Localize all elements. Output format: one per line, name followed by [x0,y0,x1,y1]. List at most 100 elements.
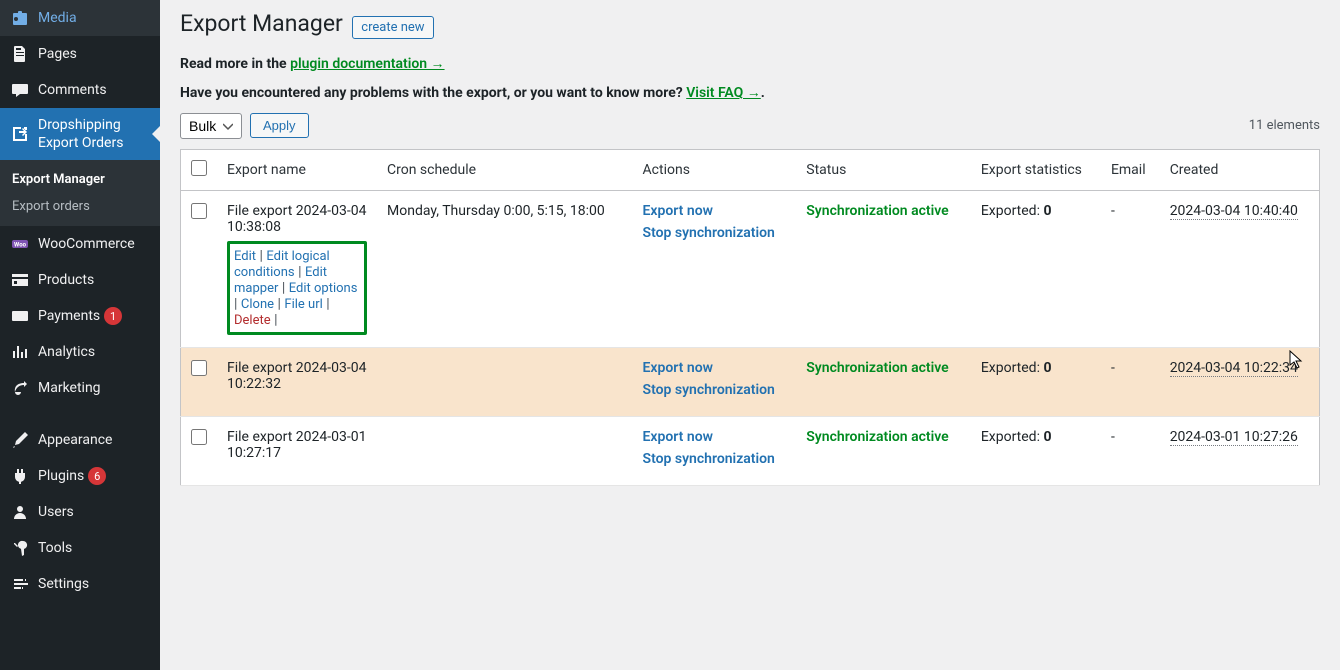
plugins-icon [10,466,30,486]
sidebar-item-label: Tools [38,539,72,557]
intro-prefix-1: Read more in the [180,56,290,72]
export-now-link[interactable]: Export now [643,203,787,219]
sidebar-item-comments[interactable]: Comments [0,72,160,108]
table-toolbar: Bulk Apply 11 elements [180,113,1320,139]
status-badge: Synchronization active [806,360,948,376]
comments-icon [10,80,30,100]
cron-cell [377,416,633,485]
sidebar-item-label: Users [38,503,74,521]
appearance-icon [10,430,30,450]
clone-link[interactable]: Clone [241,297,274,312]
sidebar-item-label: Appearance [38,431,112,449]
email-cell: - [1101,190,1160,347]
svg-text:Woo: Woo [14,242,27,249]
media-icon [10,8,30,28]
sidebar-item-pages[interactable]: Pages [0,36,160,72]
products-icon [10,270,30,290]
bulk-action-select[interactable]: Bulk [180,113,242,139]
stats-cell: Exported: 0 [971,416,1101,485]
export-now-link[interactable]: Export now [643,360,787,376]
visit-faq-link[interactable]: Visit FAQ → [686,85,761,101]
cron-cell [377,347,633,416]
export-now-link[interactable]: Export now [643,429,787,445]
sidebar-item-label: Marketing [38,379,101,397]
sidebar-item-tools[interactable]: Tools [0,530,160,566]
status-badge: Synchronization active [806,429,948,445]
sidebar-item-media[interactable]: Media [0,0,160,36]
sidebar-item-export[interactable]: Dropshipping Export Orders [0,108,160,160]
stats-cell: Exported: 0 [971,190,1101,347]
sidebar-item-settings[interactable]: Settings [0,566,160,602]
export-icon [10,124,30,144]
sidebar-item-label: Pages [38,45,77,63]
sidebar-item-payments[interactable]: Payments1 [0,298,160,334]
sidebar-item-label: Products [38,271,94,289]
apply-button[interactable]: Apply [250,113,309,138]
sidebar-item-label: WooCommerce [38,235,135,253]
sidebar-item-label: Payments [38,307,100,325]
plugin-documentation-link[interactable]: plugin documentation → [290,56,444,72]
users-icon [10,502,30,522]
table-row: File export 2024-03-01 10:27:17 Export n… [181,416,1320,485]
row-checkbox[interactable] [191,429,207,445]
stats-cell: Exported: 0 [971,347,1101,416]
edit-options-link[interactable]: Edit options [289,281,358,296]
sidebar-item-appearance[interactable]: Appearance [0,422,160,458]
sidebar-item-label: Comments [38,81,107,99]
file-url-link[interactable]: File url [284,297,322,312]
element-count: 11 elements [1249,118,1320,133]
intro-text-2: Have you encountered any problems with t… [180,84,1320,101]
export-name: File export 2024-03-01 10:27:17 [227,429,366,461]
sidebar-item-marketing[interactable]: Marketing [0,370,160,406]
sidebar-item-label: Settings [38,575,89,593]
export-table: Export name Cron schedule Actions Status… [180,149,1320,486]
stop-sync-link[interactable]: Stop synchronization [643,382,787,398]
marketing-icon [10,378,30,398]
email-cell: - [1101,416,1160,485]
col-header-email[interactable]: Email [1101,149,1160,190]
sidebar-item-label: Plugins [38,467,84,485]
col-header-actions[interactable]: Actions [633,149,797,190]
col-header-name[interactable]: Export name [217,149,377,190]
sidebar-item-analytics[interactable]: Analytics [0,334,160,370]
submenu-item[interactable]: Export Manager [0,166,160,193]
pages-icon [10,44,30,64]
sidebar-item-woo[interactable]: Woo WooCommerce [0,226,160,262]
created-timestamp: 2024-03-04 10:40:40 [1170,203,1298,220]
tools-icon [10,538,30,558]
col-header-status[interactable]: Status [796,149,971,190]
sidebar-item-label: Dropshipping Export Orders [38,116,150,152]
badge: 6 [88,467,106,485]
created-timestamp: 2024-03-04 10:22:34 [1170,360,1298,377]
sidebar-item-label: Analytics [38,343,95,361]
sidebar-item-label: Media [38,9,77,27]
payments-icon [10,306,30,326]
edit-link[interactable]: Edit [234,249,256,264]
col-header-cron[interactable]: Cron schedule [377,149,633,190]
main-content: Export Manager create new Read more in t… [160,0,1340,670]
cron-cell: Monday, Thursday 0:00, 5:15, 18:00 [377,190,633,347]
sidebar-item-products[interactable]: Products [0,262,160,298]
create-new-button[interactable]: create new [352,16,433,39]
status-badge: Synchronization active [806,203,948,219]
badge: 1 [104,307,122,325]
delete-link[interactable]: Delete [234,313,271,328]
sidebar-item-users[interactable]: Users [0,494,160,530]
submenu-item[interactable]: Export orders [0,193,160,220]
select-all-checkbox[interactable] [191,160,207,176]
select-all-header [181,149,218,190]
col-header-stats[interactable]: Export statistics [971,149,1101,190]
row-checkbox[interactable] [191,360,207,376]
stop-sync-link[interactable]: Stop synchronization [643,225,787,241]
stop-sync-link[interactable]: Stop synchronization [643,451,787,467]
table-row: File export 2024-03-04 10:22:32 Export n… [181,347,1320,416]
row-checkbox[interactable] [191,203,207,219]
settings-icon [10,574,30,594]
table-row: File export 2024-03-04 10:38:08 Edit | E… [181,190,1320,347]
intro-text-1: Read more in the plugin documentation → [180,55,1320,72]
admin-sidebar: Media Pages Comments Dropshipping Export… [0,0,160,670]
row-actions: Edit | Edit logical conditions | Edit ma… [227,241,367,335]
sidebar-item-plugins[interactable]: Plugins6 [0,458,160,494]
created-timestamp: 2024-03-01 10:27:26 [1170,429,1298,446]
col-header-created[interactable]: Created [1160,149,1320,190]
